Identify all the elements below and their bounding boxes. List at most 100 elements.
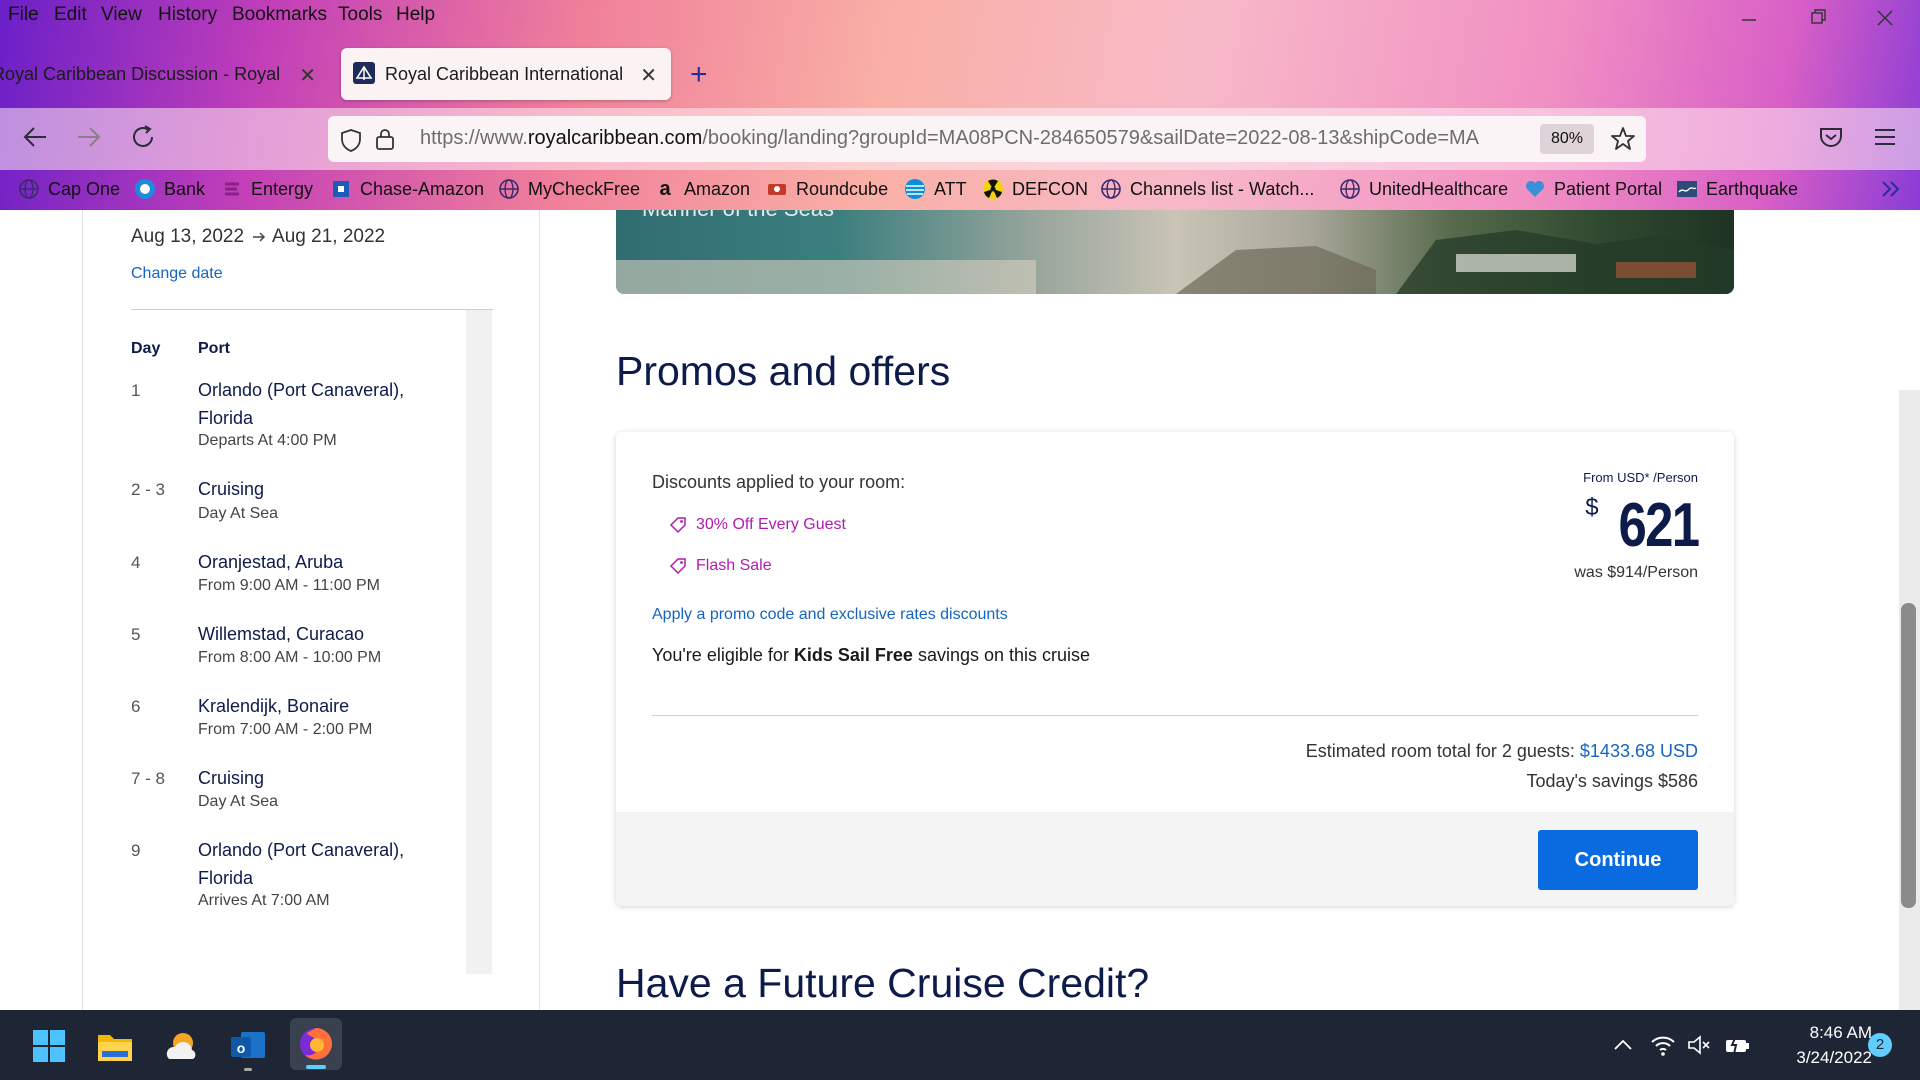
bookmark-mycheckfree[interactable]: MyCheckFree — [498, 178, 640, 200]
url-host: royalcaribbean.com — [527, 127, 703, 149]
globe-icon — [498, 178, 520, 200]
change-date-link[interactable]: Change date — [131, 265, 223, 283]
system-clock[interactable]: 8:46 AM 3/24/2022 — [1762, 1020, 1872, 1070]
estimate-value: $1433.68 USD — [1579, 741, 1698, 761]
web-page: Aug 13, 2022 Aug 21, 2022 Change date Da… — [0, 210, 1920, 1020]
itinerary-port: Oranjestad, Aruba — [198, 552, 344, 572]
forward-arrow-icon[interactable] — [74, 122, 104, 152]
itinerary-scrollbar[interactable] — [466, 310, 492, 974]
page-scrollbar-thumb[interactable] — [1901, 603, 1916, 908]
menu-tools[interactable]: Tools — [338, 4, 382, 26]
bookmark-patient-portal[interactable]: Patient Portal — [1524, 178, 1662, 200]
new-tab-button[interactable]: + — [690, 58, 708, 92]
apply-promo-code-link[interactable]: Apply a promo code and exclusive rates d… — [652, 606, 1008, 624]
sailing-dates: Aug 13, 2022 Aug 21, 2022 — [131, 226, 385, 248]
itinerary-port: Cruising — [198, 479, 265, 499]
reload-icon[interactable] — [128, 122, 158, 152]
wifi-icon[interactable] — [1650, 1032, 1676, 1058]
restore-button[interactable] — [1804, 6, 1830, 30]
battery-charging-icon[interactable] — [1724, 1032, 1750, 1058]
bookmark-label: MyCheckFree — [528, 178, 641, 199]
kids-sail-free-notice: You're eligible for Kids Sail Free savin… — [652, 645, 1090, 666]
tab-royal-caribbean-discussion[interactable]: Royal Caribbean Discussion - Royal ✕ — [0, 48, 330, 100]
todays-savings: Today's savings $586 — [1526, 771, 1698, 791]
shield-icon[interactable] — [340, 128, 362, 152]
menu-edit[interactable]: Edit — [54, 4, 87, 26]
close-tab-icon[interactable]: ✕ — [299, 63, 316, 88]
itinerary-day: 5 — [131, 625, 141, 644]
firefox-icon[interactable] — [290, 1018, 342, 1070]
windows-start-icon[interactable] — [27, 1024, 71, 1068]
bookmark-label: Chase-Amazon — [360, 178, 485, 199]
lock-icon[interactable] — [374, 127, 396, 151]
itinerary-sidebar: Aug 13, 2022 Aug 21, 2022 Change date Da… — [82, 210, 540, 1010]
bookmark-amazon[interactable]: a Amazon — [654, 178, 750, 200]
promos-title: Promos and offers — [616, 348, 951, 394]
minimize-button[interactable] — [1736, 6, 1762, 30]
menu-file[interactable]: File — [8, 4, 39, 26]
bookmarks-toolbar: Cap One Bank Entergy Chase-Amazon MyChec… — [0, 172, 1920, 208]
outlook-icon[interactable]: o — [226, 1024, 270, 1071]
card-footer: Continue — [616, 812, 1734, 906]
bookmark-cap-one[interactable]: Cap One — [18, 178, 120, 200]
royal-caribbean-favicon-icon — [353, 62, 375, 84]
menu-bookmarks[interactable]: Bookmarks — [232, 4, 327, 26]
continue-button[interactable]: Continue — [1538, 830, 1698, 890]
day-column-header: Day — [131, 340, 161, 357]
url-text[interactable]: https://www.royalcaribbean.com/booking/l… — [420, 127, 1550, 150]
estimate-label: Estimated room total for 2 guests: — [1305, 741, 1580, 761]
back-arrow-icon[interactable] — [20, 122, 50, 152]
zoom-level-button[interactable]: 80% — [1540, 124, 1594, 154]
bookmark-label: Amazon — [684, 178, 751, 199]
bookmark-entergy[interactable]: Entergy — [221, 178, 313, 200]
itinerary-port: Orlando (Port Canaveral), Florida — [198, 380, 405, 428]
weather-icon[interactable] — [160, 1024, 204, 1068]
itinerary-port: Kralendijk, Bonaire — [198, 696, 350, 716]
more-bookmarks-chevron-icon[interactable] — [1878, 176, 1904, 202]
speaker-muted-icon[interactable] — [1686, 1032, 1712, 1058]
itinerary-port: Orlando (Port Canaveral), Florida — [198, 840, 405, 888]
menu-help[interactable]: Help — [396, 4, 435, 26]
bookmark-earthquake[interactable]: Earthquake — [1676, 178, 1798, 200]
bookmark-label: Bank — [164, 178, 206, 199]
bookmark-label: DEFCON — [1012, 178, 1088, 199]
bookmark-label: Channels list - Watch... — [1130, 178, 1315, 199]
bookmark-star-icon[interactable] — [1610, 126, 1636, 152]
hamburger-menu-icon[interactable] — [1870, 122, 1900, 152]
clock-time: 8:46 AM — [1809, 1023, 1872, 1042]
itinerary-detail: Day At Sea — [198, 793, 279, 810]
menu-history[interactable]: History — [158, 4, 217, 26]
bookmark-roundcube[interactable]: Roundcube — [766, 178, 888, 200]
ship-hero-image: Mariner of the Seas — [616, 210, 1734, 294]
itinerary-day: 7 - 8 — [131, 769, 166, 788]
bookmark-chase-amazon[interactable]: Chase-Amazon — [330, 178, 484, 200]
close-window-button[interactable] — [1872, 6, 1898, 30]
windows-taskbar: o 8:46 AM 3/24/2022 2 — [0, 1010, 1920, 1080]
bookmark-label: ATT — [934, 178, 967, 199]
beach-scene — [616, 230, 1734, 294]
bookmark-defcon[interactable]: DEFCON — [982, 178, 1088, 200]
itinerary-detail: From 9:00 AM - 11:00 PM — [198, 577, 380, 594]
close-tab-icon[interactable]: ✕ — [640, 63, 657, 88]
kids-suffix: savings on this cruise — [912, 645, 1091, 665]
url-bar[interactable]: https://www.royalcaribbean.com/booking/l… — [328, 116, 1646, 162]
show-hidden-icons-chevron-icon[interactable] — [1610, 1032, 1636, 1058]
bookmark-unitedhealthcare[interactable]: UnitedHealthcare — [1339, 178, 1508, 200]
bookmark-att[interactable]: ATT — [904, 178, 967, 200]
pocket-icon[interactable] — [1816, 122, 1846, 152]
price: $ 621 — [1585, 490, 1699, 561]
discount-item: Flash Sale — [668, 556, 772, 576]
file-explorer-icon[interactable] — [93, 1024, 137, 1068]
currency-symbol: $ — [1585, 494, 1599, 521]
tab-royal-caribbean-international[interactable]: Royal Caribbean International ✕ — [341, 48, 671, 100]
url-prefix: https://www. — [420, 127, 528, 149]
menu-view[interactable]: View — [101, 4, 142, 26]
entergy-icon — [221, 178, 243, 200]
notification-badge[interactable]: 2 — [1868, 1033, 1892, 1057]
bookmark-channels-list[interactable]: Channels list - Watch... — [1100, 178, 1314, 200]
bookmark-bank[interactable]: Bank — [134, 178, 205, 200]
bookmark-label: Entergy — [251, 178, 314, 199]
estimated-total: Estimated room total for 2 guests: $1433… — [1306, 741, 1698, 762]
tab-bar: Royal Caribbean Discussion - Royal ✕ Roy… — [0, 48, 1920, 102]
usgs-icon — [1676, 178, 1698, 200]
